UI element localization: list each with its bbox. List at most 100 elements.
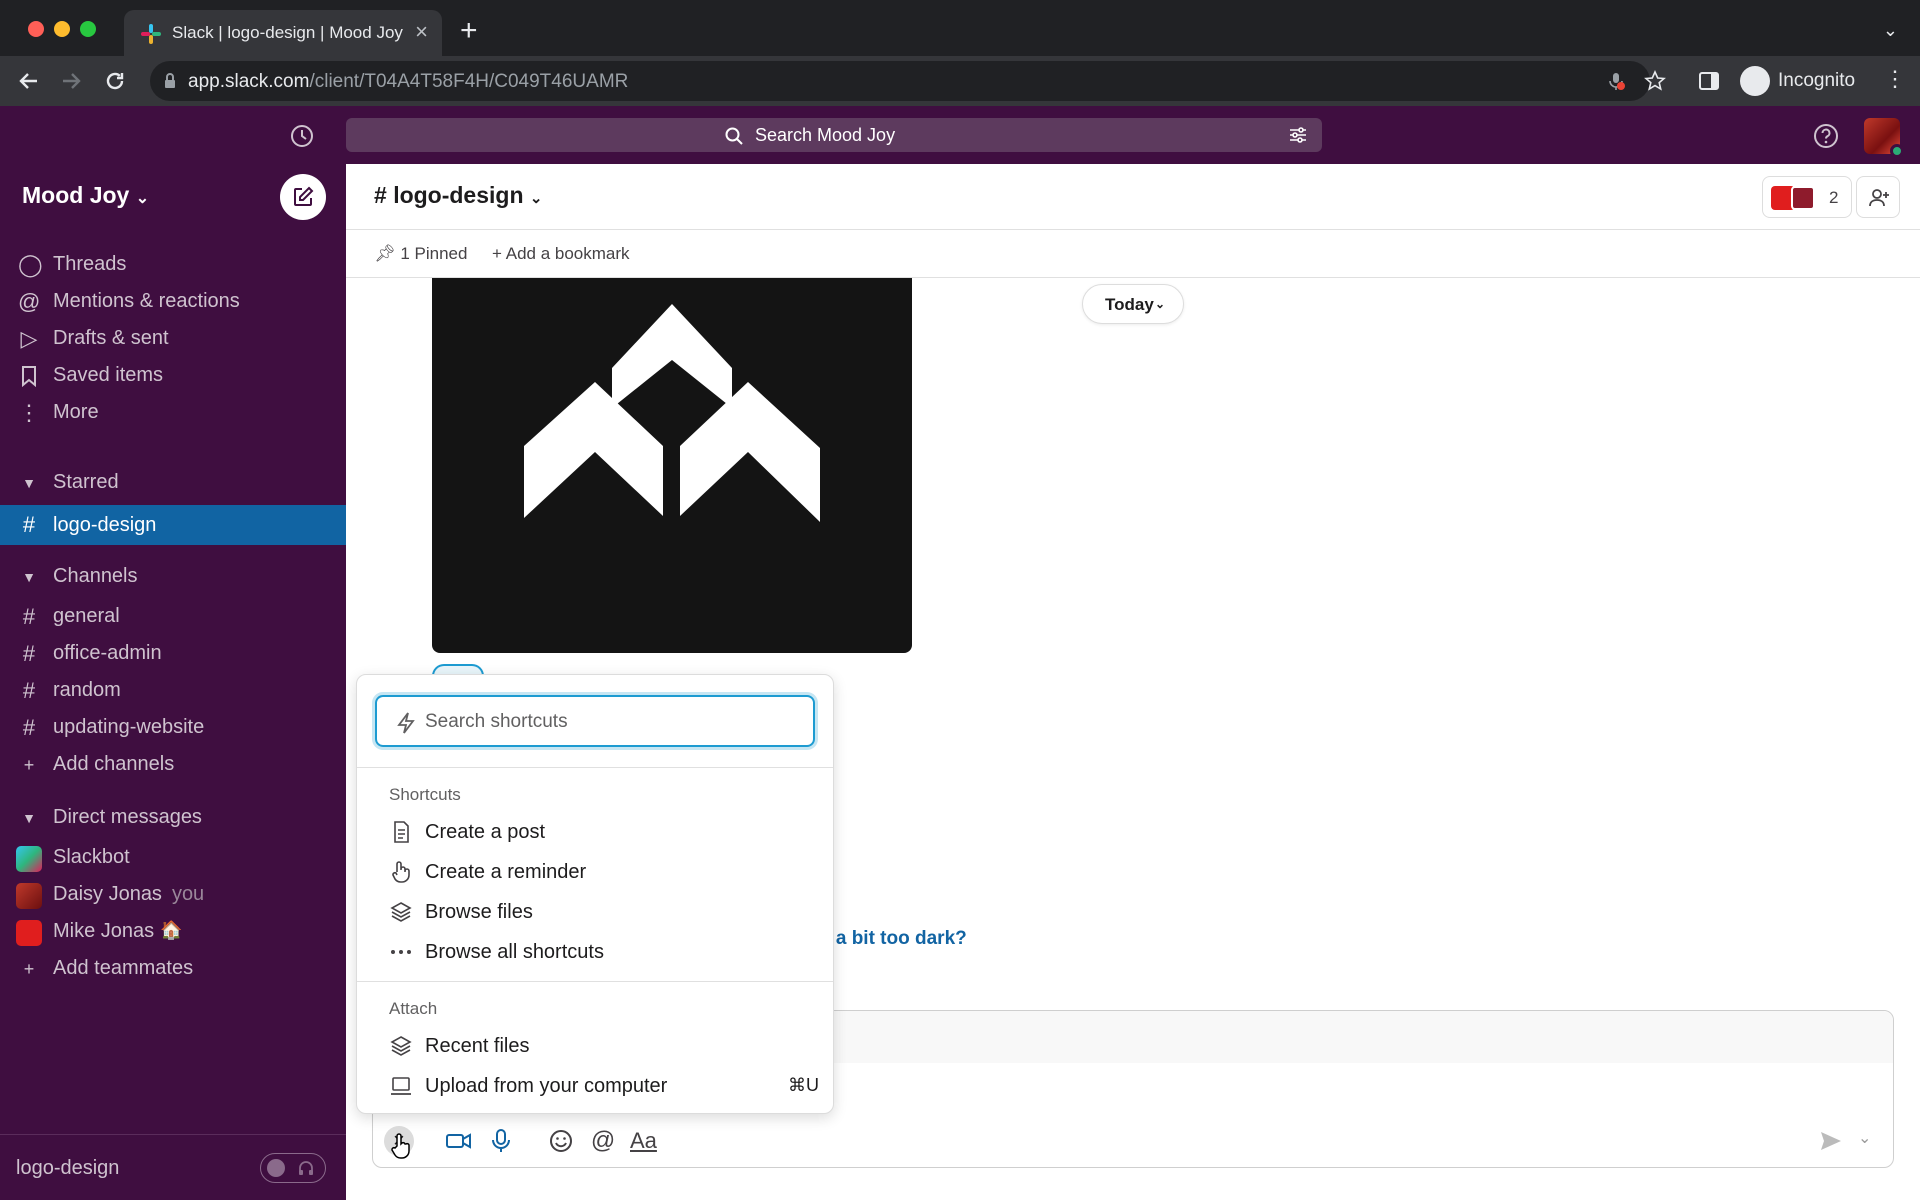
mic-blocked-icon[interactable] (1606, 71, 1626, 91)
threads-icon: ◯ (18, 252, 43, 277)
dm-item-daisy-jonas[interactable]: Daisy Jonas you (0, 877, 346, 913)
bookmark-icon (22, 366, 36, 387)
tab-title: Slack | logo-design | Mood Joy (172, 23, 403, 42)
slack-top-bar: Search Mood Joy (0, 106, 1920, 164)
sidebar-item-general[interactable]: # general (0, 599, 346, 635)
address-bar[interactable]: app.slack.com/client/T04A4T58F4H/C049T46… (150, 61, 1666, 101)
lightning-icon (397, 712, 415, 734)
section-header-starred[interactable]: ▼ Starred (0, 465, 346, 501)
add-teammates-button[interactable]: + Add teammates (0, 951, 346, 987)
help-icon[interactable] (1812, 122, 1840, 150)
hash-icon: # (22, 715, 36, 740)
send-message-icon[interactable] (1818, 1128, 1844, 1154)
dm-item-slackbot[interactable]: Slackbot (0, 840, 346, 876)
presence-active-dot (1890, 144, 1904, 158)
side-panel-icon[interactable] (1698, 70, 1720, 92)
layers-icon (390, 902, 412, 922)
caret-down-icon: ▼ (22, 569, 36, 585)
bookmark-star-icon[interactable] (1644, 70, 1666, 92)
browser-toolbar: app.slack.com/client/T04A4T58F4H/C049T46… (0, 56, 1920, 106)
message-text-link[interactable]: e a bit too dark? (820, 928, 967, 950)
section-header-direct-messages[interactable]: ▼ Direct messages (0, 800, 346, 836)
members-button[interactable]: 2 (1762, 176, 1852, 218)
browser-tab-bar: Slack | logo-design | Mood Joy × + ⌄ (0, 0, 1920, 64)
microphone-icon[interactable] (486, 1126, 516, 1156)
sidebar-item-random[interactable]: # random (0, 673, 346, 709)
huddle-bar: logo-design (0, 1134, 346, 1200)
caret-down-icon: ▼ (22, 810, 36, 826)
history-clock-icon[interactable] (288, 122, 316, 150)
image-attachment[interactable] (432, 278, 912, 653)
sidebar-item-drafts[interactable]: ▷ Drafts & sent (0, 321, 346, 357)
add-people-button[interactable] (1856, 176, 1900, 218)
shortcuts-menu: Search shortcuts Shortcuts Create a post… (356, 674, 834, 1114)
browser-menu-icon[interactable]: ⋮ (1884, 66, 1906, 92)
caret-down-icon: ▼ (22, 475, 36, 491)
send-icon: ▷ (20, 326, 38, 351)
search-placeholder: Search Mood Joy (755, 125, 896, 145)
menu-item-browse-all-shortcuts[interactable]: Browse all shortcuts (389, 935, 819, 969)
sidebar-item-threads[interactable]: ◯ Threads (0, 247, 346, 283)
tab-search-chevron-icon[interactable]: ⌄ (1883, 20, 1898, 41)
dm-item-mike-jonas[interactable]: Mike Jonas 🏠 (0, 914, 346, 950)
new-tab-button[interactable]: + (460, 16, 478, 46)
menu-item-browse-files[interactable]: Browse files (389, 895, 819, 929)
reload-icon[interactable] (102, 68, 128, 94)
slack-favicon-icon (141, 24, 161, 44)
back-arrow-icon[interactable] (16, 68, 42, 94)
sidebar-item-saved[interactable]: Saved items (0, 358, 346, 394)
mention-icon[interactable]: @ (588, 1126, 618, 1156)
compose-icon (294, 186, 314, 206)
hash-icon: # (22, 512, 36, 537)
attach-section-header: Attach (389, 999, 438, 1018)
window-minimize-button[interactable] (54, 21, 70, 37)
shortcuts-search-input[interactable]: Search shortcuts (375, 695, 815, 747)
menu-item-create-post[interactable]: Create a post (389, 815, 819, 849)
search-filter-icon[interactable] (1288, 125, 1308, 145)
sidebar-item-mentions[interactable]: @ Mentions & reactions (0, 284, 346, 320)
window-close-button[interactable] (28, 21, 44, 37)
send-options-chevron-icon[interactable]: ⌄ (1858, 1128, 1871, 1148)
incognito-label: Incognito (1778, 70, 1856, 91)
sidebar-item-logo-design[interactable]: # logo-design (0, 505, 346, 545)
reminder-hand-icon (392, 861, 410, 883)
huddle-toggle[interactable] (260, 1153, 326, 1183)
tab-close-icon[interactable]: × (415, 19, 428, 45)
avatar (16, 883, 42, 909)
emoji-icon[interactable] (546, 1126, 576, 1156)
compose-button[interactable] (280, 174, 326, 220)
divider (357, 767, 833, 768)
sidebar-item-updating-website[interactable]: # updating-website (0, 710, 346, 746)
more-vertical-icon: ⋮ (18, 400, 40, 425)
video-clip-icon[interactable] (444, 1126, 474, 1156)
forward-arrow-icon[interactable] (58, 68, 84, 94)
window-zoom-button[interactable] (80, 21, 96, 37)
date-divider-button[interactable]: Today ⌄ (1082, 284, 1184, 324)
sidebar: Mood Joy ⌄ ◯ Threads @ Mentions & reacti… (0, 164, 346, 1200)
sidebar-item-more[interactable]: ⋮ More (0, 395, 346, 431)
bookmarks-bar: 📌︎ 1 Pinned + Add a bookmark (346, 230, 1920, 278)
at-icon: @ (18, 289, 41, 314)
lock-icon (165, 73, 175, 88)
add-bookmark-button[interactable]: + Add a bookmark (492, 244, 630, 264)
search-icon (725, 127, 743, 145)
shortcuts-section-header: Shortcuts (389, 785, 461, 804)
plus-icon: + (492, 244, 502, 263)
divider (357, 981, 833, 982)
add-person-icon (1869, 189, 1889, 207)
pinned-button[interactable]: 📌︎ 1 Pinned (374, 244, 467, 264)
workspace-search[interactable]: Search Mood Joy (346, 118, 1322, 152)
slackbot-avatar (16, 846, 42, 872)
menu-item-upload-from-computer[interactable]: Upload from your computer ⌘U (389, 1069, 819, 1103)
avatar (16, 920, 42, 946)
mountain-logo-image (524, 304, 820, 522)
menu-item-create-reminder[interactable]: Create a reminder (389, 855, 819, 889)
section-header-channels[interactable]: ▼ Channels (0, 559, 346, 595)
formatting-toggle-icon[interactable]: Aa (630, 1126, 664, 1156)
add-channels-button[interactable]: + Add channels (0, 747, 346, 783)
sidebar-item-office-admin[interactable]: # office-admin (0, 636, 346, 672)
user-avatar[interactable] (1864, 118, 1904, 158)
channel-name-button[interactable]: # logo-design ⌄ (374, 182, 542, 209)
workspace-name-button[interactable]: Mood Joy ⌄ (22, 182, 149, 209)
menu-item-recent-files[interactable]: Recent files (389, 1029, 819, 1063)
